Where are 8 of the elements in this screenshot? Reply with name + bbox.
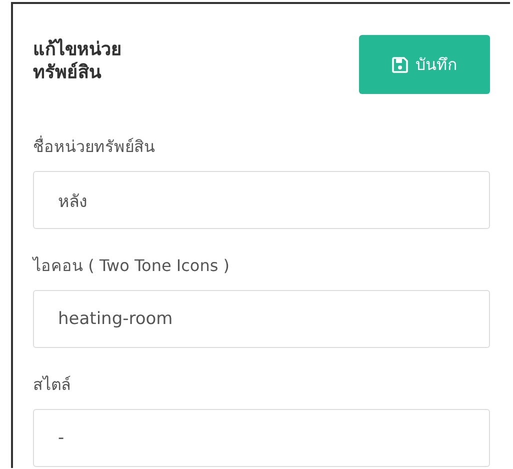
field-label: ชื่อหน่วยทรัพย์สิน [33,134,156,158]
input-field[interactable]: หลัง [33,171,490,229]
save-icon [392,56,408,72]
input-field[interactable]: - [33,409,490,467]
form-title: แก้ไขหน่วย ทรัพย์สิน [33,38,122,85]
field-label: สไตล์ [33,374,72,396]
input-field[interactable]: heating-room [33,290,490,348]
field-label: ไอคอน ( Two Tone Icons ) [33,255,231,277]
